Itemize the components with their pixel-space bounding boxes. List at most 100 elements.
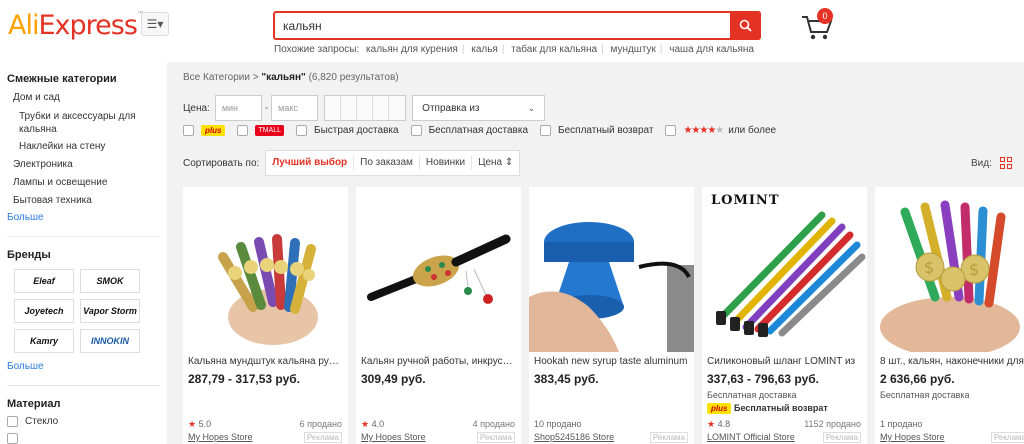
related-searches: Похожие запросы: кальян для курения | кал… xyxy=(274,44,754,55)
product-image[interactable]: $ $ xyxy=(875,187,1024,352)
category-appliances[interactable]: Бытовая техника xyxy=(7,192,167,210)
related-link[interactable]: калья xyxy=(471,44,498,55)
material-option[interactable] xyxy=(7,433,167,444)
product-price: 383,45 руб. xyxy=(534,372,599,386)
related-link[interactable]: чаша для кальяна xyxy=(669,44,754,55)
ship-from-select[interactable]: Отправка из ⌄ xyxy=(412,95,546,121)
product-price: 337,63 - 796,63 руб. xyxy=(707,372,819,386)
categories-more-link[interactable]: Больше xyxy=(7,210,167,226)
view-switch: Вид: xyxy=(971,157,1012,169)
category-lighting[interactable]: Лампы и освещение xyxy=(7,174,167,192)
store-link[interactable]: My Hopes Store xyxy=(880,432,945,442)
product-title[interactable]: Силиконовый шланг LOMINT из xyxy=(707,356,862,367)
sort-price[interactable]: Цена ⇕ xyxy=(472,156,519,170)
search-input[interactable] xyxy=(283,16,723,36)
product-title[interactable]: 8 шт., кальян, наконечники для xyxy=(880,356,1024,367)
brand-eleaf[interactable]: Eleaf xyxy=(14,269,74,293)
category-home-garden[interactable]: Дом и сад xyxy=(7,89,167,107)
price-range-histogram[interactable] xyxy=(324,95,407,121)
category-hookah-pipes[interactable]: Трубки и аксессуары для кальяна xyxy=(7,110,167,136)
aliexpress-logo[interactable]: AliExpress™ xyxy=(8,10,145,41)
store-link[interactable]: LOMINT Official Store xyxy=(707,432,795,442)
svg-text:$: $ xyxy=(969,260,979,279)
sort-best-match[interactable]: Лучший выбор xyxy=(266,156,355,170)
chevron-down-icon: ⌄ xyxy=(527,103,536,113)
brand-innokin[interactable]: INNOKIN xyxy=(80,329,140,353)
related-categories-title: Смежные категории xyxy=(7,73,117,85)
product-grid: Кальяна мундштук кальяна ручной работы 2… xyxy=(183,187,1024,444)
filter-plus[interactable]: plus xyxy=(183,125,226,136)
brand-joyetech[interactable]: Joyetech xyxy=(14,299,74,323)
ad-label: Реклама xyxy=(303,432,342,443)
related-link[interactable]: мундштук xyxy=(610,44,655,55)
product-card[interactable]: Кальяна мундштук кальяна ручной работы 2… xyxy=(183,187,348,444)
header: AliExpress™ ☰▾ Похожие запросы: кальян д… xyxy=(0,0,1024,62)
store-link[interactable]: My Hopes Store xyxy=(188,432,253,442)
brands-grid: Eleaf SMOK Joyetech Vapor Storm Kamry IN… xyxy=(14,269,167,353)
star-rating-icon: ★★★★★ xyxy=(683,125,724,136)
related-link[interactable]: табак для кальяна xyxy=(511,44,597,55)
product-title[interactable]: Hookah new syrup taste aluminum xyxy=(534,356,689,367)
material-glass[interactable]: Стекло xyxy=(7,416,167,427)
related-link[interactable]: кальян для курения xyxy=(366,44,458,55)
crumb-all-categories[interactable]: Все Категории xyxy=(183,72,250,83)
filter-free-return[interactable]: Бесплатный возврат xyxy=(540,125,653,136)
sort-label: Сортировать по: xyxy=(183,157,260,169)
brands-more-link[interactable]: Больше xyxy=(7,359,167,375)
filter-fast-delivery[interactable]: Быстрая доставка xyxy=(296,125,399,136)
product-rating: ★ 4.8 xyxy=(707,419,731,429)
store-link[interactable]: Shop5245186 Store xyxy=(534,432,614,442)
search-button[interactable] xyxy=(730,11,761,40)
grid-view-icon[interactable] xyxy=(999,157,1012,169)
category-menu-button[interactable]: ☰▾ xyxy=(141,12,169,36)
product-image[interactable] xyxy=(183,187,348,352)
checkbox[interactable] xyxy=(7,433,18,444)
sort-newest[interactable]: Новинки xyxy=(420,156,473,170)
price-min-input[interactable]: мин xyxy=(214,95,262,121)
sold-count: 10 продано xyxy=(534,419,582,429)
free-shipping-label: Бесплатная доставка xyxy=(880,390,970,400)
free-shipping-label: Бесплатная доставка xyxy=(707,390,797,400)
divider xyxy=(7,236,160,237)
product-card[interactable]: Кальян ручной работы, инкрустированный 3… xyxy=(356,187,521,444)
product-card[interactable]: Hookah new syrup taste aluminum 383,45 р… xyxy=(529,187,694,444)
brand-kamry[interactable]: Kamry xyxy=(14,329,74,353)
category-wall-stickers[interactable]: Наклейки на стену xyxy=(7,138,167,156)
result-count: (6,820 результатов) xyxy=(308,72,399,83)
product-rating: ★ 4.0 xyxy=(361,419,385,429)
filter-free-shipping[interactable]: Бесплатная доставка xyxy=(410,125,528,136)
store-link[interactable]: My Hopes Store xyxy=(361,432,426,442)
brands-title: Бренды xyxy=(7,249,51,261)
filter-tmall[interactable]: TMALL xyxy=(237,125,285,136)
filter-rating[interactable]: ★★★★★ или более xyxy=(665,125,776,136)
price-label: Цена: xyxy=(183,102,210,114)
sort-bar: Сортировать по: Лучший выбор По заказам … xyxy=(183,150,521,176)
search-box xyxy=(273,11,761,40)
product-rating: ★ 5.0 xyxy=(188,419,212,429)
breadcrumb: Все Категории > "кальян" (6,820 результа… xyxy=(183,72,399,83)
product-title[interactable]: Кальян ручной работы, инкрустированный xyxy=(361,356,516,367)
sort-orders[interactable]: По заказам xyxy=(354,156,420,170)
sidebar: Смежные категории Дом и сад Трубки и акс… xyxy=(0,62,167,444)
product-card[interactable]: LOMINT Силиконовый шланг LOMINT из 337,6… xyxy=(702,187,867,444)
checkbox[interactable] xyxy=(7,416,18,427)
product-image[interactable] xyxy=(529,187,694,352)
plus-free-return: plus Бесплатный возврат xyxy=(707,403,828,414)
cart-count-badge: 0 xyxy=(817,8,833,24)
product-price: 2 636,66 руб. xyxy=(880,372,955,386)
product-image[interactable] xyxy=(356,187,521,352)
price-max-input[interactable]: макс xyxy=(271,95,319,121)
crumb-query: "кальян" xyxy=(261,72,306,83)
product-title[interactable]: Кальяна мундштук кальяна ручной работы xyxy=(188,356,343,367)
search-icon xyxy=(739,19,752,32)
ad-label: Реклама xyxy=(649,432,688,443)
divider xyxy=(7,385,160,386)
lomint-logo: LOMINT xyxy=(711,193,780,208)
brand-vapor-storm[interactable]: Vapor Storm xyxy=(80,299,140,323)
category-electronics[interactable]: Электроника xyxy=(7,156,167,174)
product-image[interactable]: LOMINT xyxy=(702,187,867,352)
product-price: 287,79 - 317,53 руб. xyxy=(188,372,300,386)
product-card[interactable]: $ $ 8 шт., кальян, наконечники для 2 636,… xyxy=(875,187,1024,444)
brand-smok[interactable]: SMOK xyxy=(80,269,140,293)
product-price: 309,49 руб. xyxy=(361,372,426,386)
